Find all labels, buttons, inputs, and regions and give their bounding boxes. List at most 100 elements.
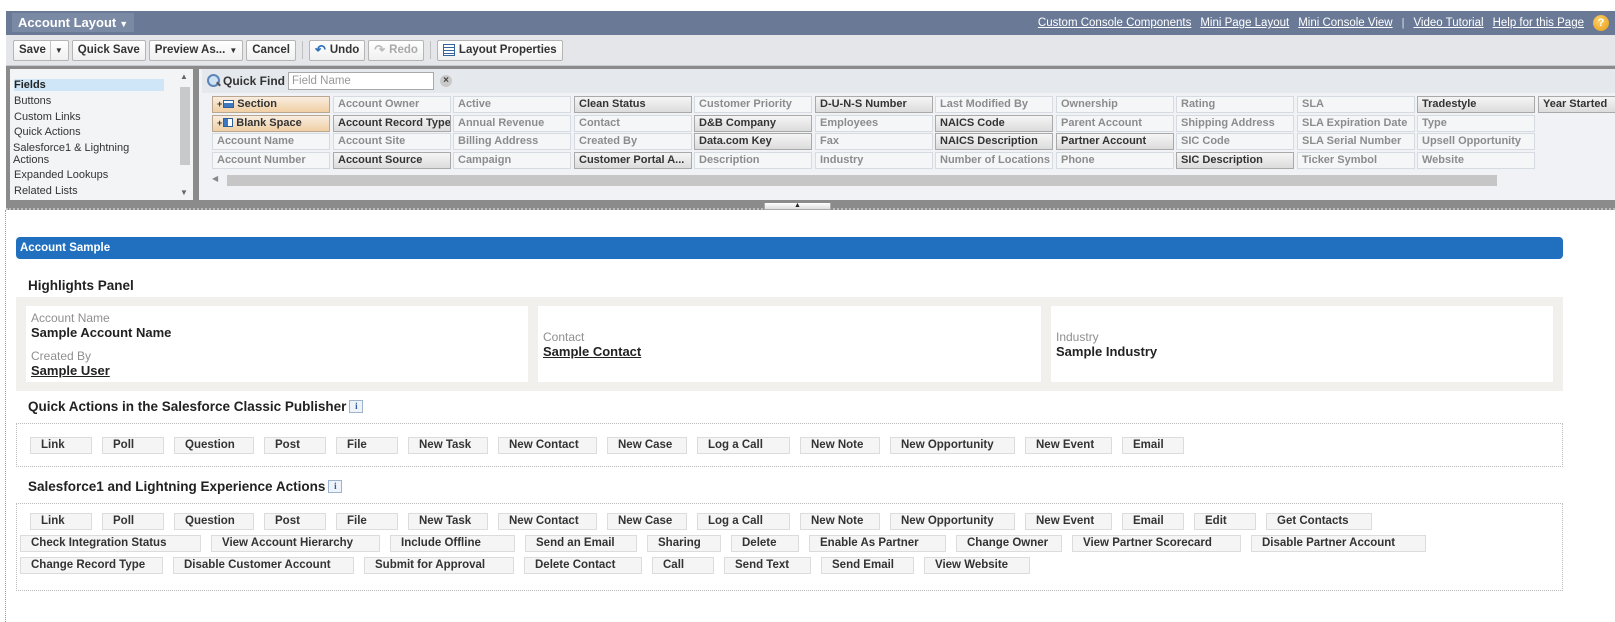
action-button[interactable]: New Task (408, 437, 488, 454)
category-salesforce1-actions[interactable]: Salesforce1 & Lightning Actions (13, 142, 153, 166)
info-icon[interactable]: i (328, 480, 343, 493)
action-button[interactable]: Send an Email (525, 535, 637, 552)
undo-button[interactable]: ↶ Undo (308, 39, 366, 61)
action-button[interactable]: New Event (1025, 513, 1112, 530)
palette-field[interactable]: Phone (1056, 152, 1174, 169)
info-icon[interactable]: i (349, 400, 364, 413)
action-button[interactable]: New Case (607, 437, 687, 454)
palette-field[interactable]: Last Modified By (935, 96, 1053, 113)
mini-console-view-link[interactable]: Mini Console View (1298, 17, 1392, 29)
action-button[interactable]: Get Contacts (1266, 513, 1372, 530)
palette-field[interactable]: Created By (574, 133, 692, 150)
save-button[interactable]: Save ▼ (13, 39, 69, 61)
preview-as-button[interactable]: Preview As... ▼ (148, 39, 244, 61)
action-button[interactable]: New Contact (498, 437, 597, 454)
action-button[interactable]: Email (1122, 513, 1184, 530)
action-button[interactable]: Check Integration Status (20, 535, 201, 552)
action-button[interactable]: Post (264, 437, 326, 454)
action-button[interactable]: New Contact (498, 513, 597, 530)
horizontal-scrollbar[interactable]: ◀ (212, 173, 1499, 186)
highlights-box[interactable]: Industry Sample Industry (1051, 306, 1553, 382)
palette-field[interactable]: Partner Account (1056, 133, 1174, 150)
palette-field[interactable]: Shipping Address (1176, 115, 1294, 132)
palette-field[interactable]: D-U-N-S Number (815, 96, 933, 113)
action-button[interactable]: New Note (800, 437, 880, 454)
palette-field[interactable]: Account Owner (333, 96, 451, 113)
scroll-up-icon[interactable]: ▲ (180, 72, 188, 81)
collapse-palette-handle[interactable]: ▲ (764, 202, 831, 210)
action-button[interactable]: Enable As Partner (809, 535, 946, 552)
palette-field[interactable]: SIC Code (1176, 133, 1294, 150)
quick-find-input[interactable] (288, 72, 435, 90)
layout-selector[interactable]: Account Layout ▼ (12, 13, 135, 32)
action-button[interactable]: Disable Customer Account (173, 557, 354, 574)
category-buttons[interactable]: Buttons (14, 95, 164, 107)
palette-field[interactable]: Website (1417, 152, 1535, 169)
action-button[interactable]: Question (174, 513, 254, 530)
palette-field[interactable]: Account Source (333, 152, 451, 169)
palette-field[interactable]: Clean Status (574, 96, 692, 113)
action-button[interactable]: New Event (1025, 437, 1112, 454)
action-button[interactable]: Change Record Type (20, 557, 163, 574)
action-button[interactable]: Include Offline (390, 535, 515, 552)
action-button[interactable]: New Opportunity (890, 513, 1015, 530)
field-value-link[interactable]: Sample Contact (543, 344, 641, 359)
layout-properties-button[interactable]: Layout Properties (436, 39, 563, 61)
category-fields[interactable]: Fields (14, 79, 164, 91)
action-button[interactable]: Sharing (647, 535, 721, 552)
highlights-box[interactable]: Account Name Sample Account Name Created… (26, 306, 528, 382)
palette-field[interactable]: Active (453, 96, 571, 113)
palette-field[interactable]: + Section (212, 96, 330, 113)
palette-field[interactable]: Tradestyle (1417, 96, 1535, 113)
action-button[interactable]: Poll (102, 513, 164, 530)
mini-page-layout-link[interactable]: Mini Page Layout (1200, 17, 1289, 29)
scroll-left-icon[interactable]: ◀ (212, 174, 218, 183)
palette-field[interactable]: Data.com Key (694, 133, 812, 150)
action-button[interactable]: Log a Call (697, 437, 790, 454)
palette-field[interactable]: Number of Locations (935, 152, 1053, 169)
palette-field[interactable]: Customer Priority (694, 96, 812, 113)
action-button[interactable]: Send Email (821, 557, 914, 574)
palette-field[interactable]: Fax (815, 133, 933, 150)
palette-field[interactable]: Rating (1176, 96, 1294, 113)
palette-field[interactable]: Year Started (1538, 96, 1615, 113)
palette-field[interactable]: Account Site (333, 133, 451, 150)
action-button[interactable]: File (336, 513, 398, 530)
action-button[interactable]: Link (30, 513, 92, 530)
action-button[interactable]: View Partner Scorecard (1072, 535, 1241, 552)
palette-field[interactable]: Employees (815, 115, 933, 132)
action-button[interactable]: View Website (924, 557, 1030, 574)
scroll-down-icon[interactable]: ▼ (180, 188, 188, 197)
palette-field[interactable]: Billing Address (453, 133, 571, 150)
action-button[interactable]: View Account Hierarchy (211, 535, 380, 552)
quick-save-button[interactable]: Quick Save (71, 39, 146, 61)
action-button[interactable]: File (336, 437, 398, 454)
palette-field[interactable]: Account Record Type (333, 115, 451, 132)
palette-field[interactable]: Customer Portal A... (574, 152, 692, 169)
action-button[interactable]: Poll (102, 437, 164, 454)
palette-field[interactable]: Contact (574, 115, 692, 132)
palette-field[interactable]: Upsell Opportunity (1417, 133, 1535, 150)
save-dropdown-icon[interactable]: ▼ (49, 40, 63, 60)
palette-field[interactable]: Ticker Symbol (1297, 152, 1415, 169)
category-quick-actions[interactable]: Quick Actions (14, 126, 164, 138)
palette-field[interactable]: SIC Description (1176, 152, 1294, 169)
action-button[interactable]: Delete (731, 535, 799, 552)
action-button[interactable]: New Opportunity (890, 437, 1015, 454)
highlights-box[interactable]: Contact Sample Contact (538, 306, 1041, 382)
action-button[interactable]: Call (652, 557, 714, 574)
palette-field[interactable]: SLA Serial Number (1297, 133, 1415, 150)
palette-field[interactable]: SLA (1297, 96, 1415, 113)
action-button[interactable]: Post (264, 513, 326, 530)
palette-field[interactable]: Description (694, 152, 812, 169)
action-button[interactable]: Question (174, 437, 254, 454)
palette-field[interactable]: NAICS Description (935, 133, 1053, 150)
palette-field[interactable]: Type (1417, 115, 1535, 132)
palette-field[interactable]: NAICS Code (935, 115, 1053, 132)
category-custom-links[interactable]: Custom Links (14, 111, 164, 123)
scrollbar-thumb[interactable] (180, 87, 190, 165)
palette-field[interactable]: Account Name (212, 133, 330, 150)
palette-field[interactable]: Annual Revenue (453, 115, 571, 132)
highlights-panel[interactable]: Account Name Sample Account Name Created… (16, 297, 1563, 391)
palette-field[interactable]: D&B Company (694, 115, 812, 132)
